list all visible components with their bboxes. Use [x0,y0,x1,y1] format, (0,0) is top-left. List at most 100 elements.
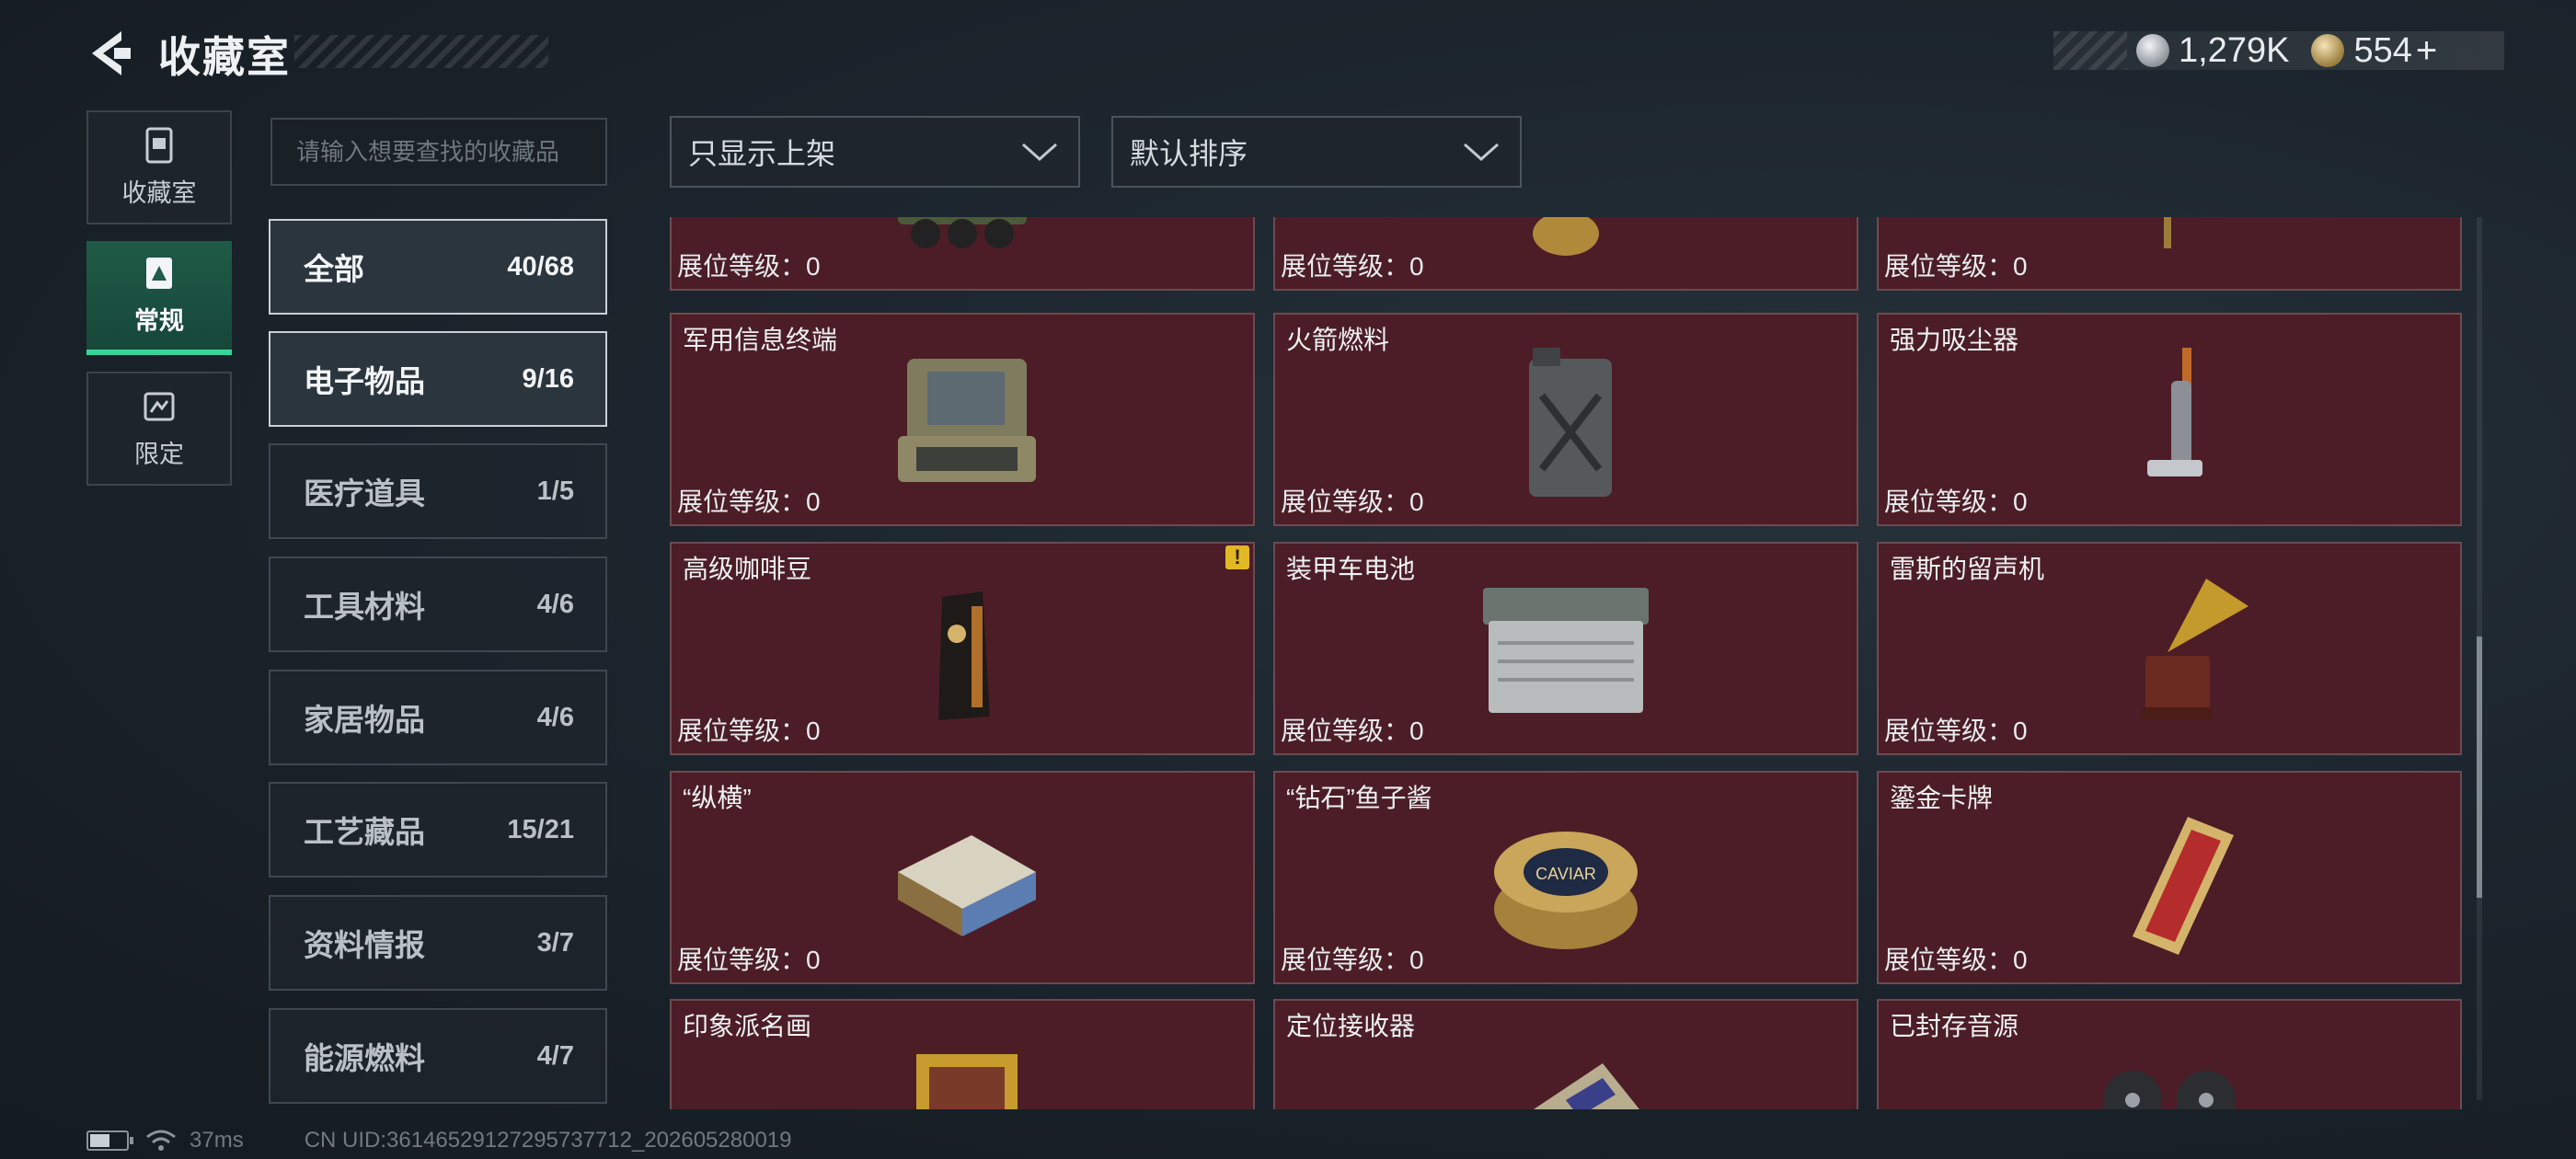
item-card[interactable]: 军用信息终端 展位等级：0 [670,313,1255,526]
category-name: 电子物品 [304,364,425,398]
chevron-down-icon [1022,143,1057,162]
regular-icon [146,257,172,289]
currency-decoration [2053,31,2127,70]
category-name: 能源燃料 [304,1041,425,1075]
item-name: 强力吸尘器 [1890,326,2019,354]
category-name: 资料情报 [304,928,425,962]
user-uid: CN UID:36146529127295737712_202605280019 [304,1128,792,1153]
category-count: 4/6 [536,589,574,619]
back-arrow-icon [92,31,131,75]
category-name: 全部 [304,252,364,286]
category-count: 40/68 [507,251,574,281]
sort-dropdown-label: 默认排序 [1130,137,1248,170]
gold-coin-icon [2311,34,2345,67]
category-household[interactable]: 家居物品 4/6 [269,670,607,765]
category-name: 工艺藏品 [304,815,425,849]
item-name: 印象派名画 [683,1012,812,1040]
title-decoration [294,35,548,68]
category-count: 4/7 [536,1040,574,1071]
category-count: 1/5 [536,476,574,506]
item-card[interactable]: “纵横” 展位等级：0 [670,771,1255,984]
item-card[interactable]: 定位接收器 [1273,999,1858,1109]
category-crafts[interactable]: 工艺藏品 15/21 [269,782,607,878]
nav-tab-limited[interactable]: 限定 [86,372,232,486]
display-level: 展位等级：0 [677,488,821,516]
chess-box-icon [898,835,1036,936]
gilded-card-icon [2133,817,2234,955]
display-level: 展位等级：0 [1884,488,2028,516]
category-fuel[interactable]: 能源燃料 4/7 [269,1008,607,1104]
gramophone-icon [2142,579,2248,720]
battery-fill [90,1134,109,1147]
category-count: 15/21 [507,814,574,844]
locator-receiver-icon [1534,1063,1639,1109]
nav-label: 收藏室 [121,178,197,207]
display-level: 展位等级：0 [1281,488,1424,516]
nav-tab-collection-room[interactable]: 收藏室 [86,110,232,224]
coffee-bag-icon [938,591,990,720]
item-name: 装甲车电池 [1286,555,1416,583]
warning-icon: ! [1225,545,1249,569]
reel-recorder-icon [2103,1071,2236,1109]
nav-label: 限定 [134,440,184,468]
item-name: 已封存音源 [1890,1012,2019,1040]
item-card[interactable]: 展位等级：0 [1877,217,2462,291]
category-intel[interactable]: 资料情报 3/7 [269,895,607,991]
item-card[interactable]: “钻石”鱼子酱 CAVIAR 展位等级：0 [1273,771,1858,984]
item-card[interactable]: 装甲车电池 展位等级：0 [1273,542,1858,755]
item-card[interactable]: 火箭燃料 展位等级：0 [1273,313,1858,526]
search-box[interactable] [270,118,607,186]
back-button[interactable] [85,26,136,81]
item-card[interactable]: 强力吸尘器 展位等级：0 [1877,313,2462,526]
display-level: 展位等级：0 [677,717,821,745]
item-name: “纵横” [683,784,752,812]
nav-tab-regular[interactable]: 常规 [86,241,232,355]
gold-currency: 554 + [2311,30,2437,72]
item-name: 雷斯的留声机 [1890,555,2045,583]
chevron-down-icon [1464,143,1499,162]
item-name: 火箭燃料 [1286,326,1390,354]
grid-scrollbar-thumb[interactable] [2477,637,2482,898]
display-level: 展位等级：0 [1884,946,2028,974]
silver-amount: 1,279K [2179,30,2290,70]
item-card[interactable]: 展位等级：0 [1273,217,1858,291]
display-level: 展位等级：0 [677,252,821,281]
item-card[interactable]: 鎏金卡牌 展位等级：0 [1877,771,2462,984]
category-medical[interactable]: 医疗道具 1/5 [269,443,607,539]
ping-value: 37ms [190,1128,244,1153]
category-name: 医疗道具 [304,476,425,511]
item-name: 鎏金卡牌 [1890,784,1994,812]
silver-currency: 1,279K [2136,31,2289,71]
item-name: 高级咖啡豆 [683,555,812,583]
item-card[interactable]: 印象派名画 [670,999,1255,1109]
item-icon [2164,217,2171,248]
category-name: 家居物品 [304,703,425,737]
category-tools[interactable]: 工具材料 4/6 [269,557,607,652]
painting-icon [916,1054,1018,1109]
item-card[interactable]: 高级咖啡豆 ! 展位等级：0 [670,542,1255,755]
category-all[interactable]: 全部 40/68 [269,219,607,315]
vehicle-icon [898,217,1027,248]
display-level: 展位等级：0 [1884,252,2028,281]
limited-icon [144,392,175,420]
gold-item-icon [1533,217,1599,256]
fuel-canister-icon [1529,348,1612,497]
item-name: 军用信息终端 [683,326,838,354]
battery-icon [86,1130,133,1151]
item-grid: 展位等级：0 展位等级：0 展位等级：0 军用信息终端 展位等级：0 火箭燃料 … [670,217,2464,1109]
nav-label: 常规 [134,306,184,335]
filter-dropdown[interactable]: 只显示上架 [670,116,1080,188]
sort-dropdown[interactable]: 默认排序 [1111,116,1522,188]
category-name: 工具材料 [304,590,425,624]
gold-amount: 554 [2353,30,2412,70]
display-level: 展位等级：0 [1281,717,1424,745]
add-currency-button[interactable]: + [2416,30,2437,72]
category-electronics[interactable]: 电子物品 9/16 [269,331,607,427]
page-title: 收藏室 [158,33,291,81]
wifi-icon [146,1130,176,1151]
item-card[interactable]: 已封存音源 [1877,999,2462,1109]
search-input[interactable] [272,120,605,184]
item-card[interactable]: 雷斯的留声机 展位等级：0 [1877,542,2462,755]
item-card[interactable]: 展位等级：0 [670,217,1255,291]
military-terminal-icon [898,359,1036,482]
